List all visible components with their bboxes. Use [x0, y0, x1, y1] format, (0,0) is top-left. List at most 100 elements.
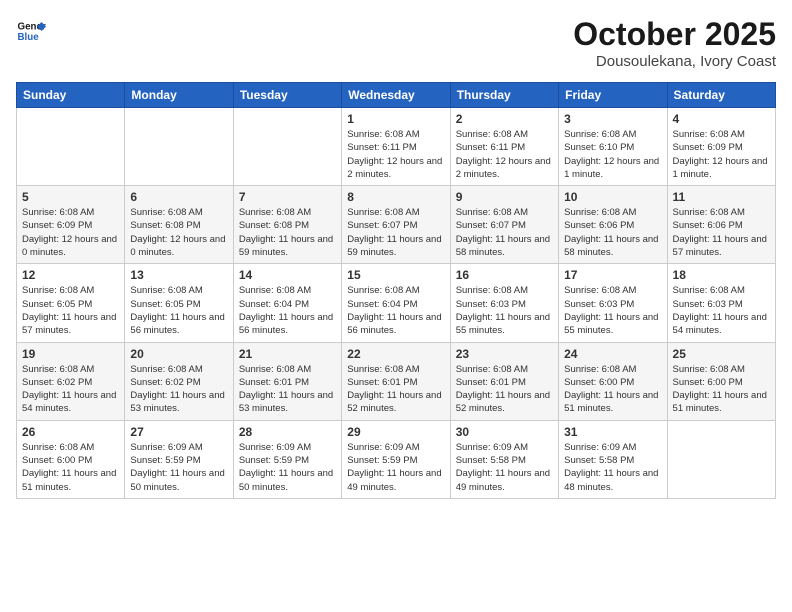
svg-text:Blue: Blue — [18, 32, 40, 43]
day-info: Sunrise: 6:08 AMSunset: 6:09 PMDaylight:… — [673, 128, 770, 181]
day-number: 16 — [456, 268, 553, 282]
calendar-cell: 11 Sunrise: 6:08 AMSunset: 6:06 PMDayligh… — [667, 186, 775, 264]
day-info: Sunrise: 6:08 AMSunset: 6:02 PMDaylight:… — [22, 363, 119, 416]
day-number: 10 — [564, 190, 661, 204]
calendar-cell: 16 Sunrise: 6:08 AMSunset: 6:03 PMDayligh… — [450, 264, 558, 342]
calendar-cell: 17 Sunrise: 6:08 AMSunset: 6:03 PMDayligh… — [559, 264, 667, 342]
day-info: Sunrise: 6:08 AMSunset: 6:04 PMDaylight:… — [239, 284, 336, 337]
day-number: 13 — [130, 268, 227, 282]
day-info: Sunrise: 6:09 AMSunset: 5:59 PMDaylight:… — [239, 441, 336, 494]
calendar-cell — [125, 108, 233, 186]
calendar-cell: 13 Sunrise: 6:08 AMSunset: 6:05 PMDayligh… — [125, 264, 233, 342]
day-number: 14 — [239, 268, 336, 282]
day-info: Sunrise: 6:08 AMSunset: 6:03 PMDaylight:… — [564, 284, 661, 337]
calendar-cell: 31 Sunrise: 6:09 AMSunset: 5:58 PMDayligh… — [559, 420, 667, 498]
day-info: Sunrise: 6:08 AMSunset: 6:08 PMDaylight:… — [239, 206, 336, 259]
calendar-day-header: Friday — [559, 83, 667, 108]
title-block: October 2025 Dousoulekana, Ivory Coast — [573, 16, 776, 70]
day-info: Sunrise: 6:09 AMSunset: 5:58 PMDaylight:… — [456, 441, 553, 494]
day-number: 3 — [564, 112, 661, 126]
day-info: Sunrise: 6:08 AMSunset: 6:02 PMDaylight:… — [130, 363, 227, 416]
day-number: 1 — [347, 112, 444, 126]
calendar-cell: 8 Sunrise: 6:08 AMSunset: 6:07 PMDaylight… — [342, 186, 450, 264]
calendar-day-header: Wednesday — [342, 83, 450, 108]
day-info: Sunrise: 6:08 AMSunset: 6:06 PMDaylight:… — [673, 206, 770, 259]
day-number: 24 — [564, 347, 661, 361]
day-info: Sunrise: 6:08 AMSunset: 6:11 PMDaylight:… — [347, 128, 444, 181]
day-number: 23 — [456, 347, 553, 361]
day-number: 17 — [564, 268, 661, 282]
calendar-cell: 24 Sunrise: 6:08 AMSunset: 6:00 PMDayligh… — [559, 342, 667, 420]
day-number: 28 — [239, 425, 336, 439]
calendar-day-header: Saturday — [667, 83, 775, 108]
calendar-cell: 10 Sunrise: 6:08 AMSunset: 6:06 PMDayligh… — [559, 186, 667, 264]
calendar-cell — [233, 108, 341, 186]
day-info: Sunrise: 6:08 AMSunset: 6:01 PMDaylight:… — [456, 363, 553, 416]
page-header: General Blue October 2025 Dousoulekana, … — [16, 16, 776, 70]
day-info: Sunrise: 6:08 AMSunset: 6:09 PMDaylight:… — [22, 206, 119, 259]
day-info: Sunrise: 6:08 AMSunset: 6:07 PMDaylight:… — [456, 206, 553, 259]
calendar-week-row: 19Sunrise: 6:08 AMSunset: 6:02 PMDayligh… — [17, 342, 776, 420]
calendar-cell: 15 Sunrise: 6:08 AMSunset: 6:04 PMDayligh… — [342, 264, 450, 342]
day-info: Sunrise: 6:08 AMSunset: 6:06 PMDaylight:… — [564, 206, 661, 259]
day-number: 2 — [456, 112, 553, 126]
calendar-day-header: Monday — [125, 83, 233, 108]
calendar-cell: 20Sunrise: 6:08 AMSunset: 6:02 PMDayligh… — [125, 342, 233, 420]
calendar-cell: 27Sunrise: 6:09 AMSunset: 5:59 PMDayligh… — [125, 420, 233, 498]
day-number: 26 — [22, 425, 119, 439]
day-info: Sunrise: 6:08 AMSunset: 6:00 PMDaylight:… — [673, 363, 770, 416]
day-info: Sunrise: 6:09 AMSunset: 5:58 PMDaylight:… — [564, 441, 661, 494]
calendar-week-row: 1 Sunrise: 6:08 AMSunset: 6:11 PMDaylight… — [17, 108, 776, 186]
calendar-cell: 12Sunrise: 6:08 AMSunset: 6:05 PMDayligh… — [17, 264, 125, 342]
day-info: Sunrise: 6:08 AMSunset: 6:05 PMDaylight:… — [22, 284, 119, 337]
calendar-cell: 6 Sunrise: 6:08 AMSunset: 6:08 PMDaylight… — [125, 186, 233, 264]
calendar-cell: 4 Sunrise: 6:08 AMSunset: 6:09 PMDaylight… — [667, 108, 775, 186]
calendar-cell: 9 Sunrise: 6:08 AMSunset: 6:07 PMDaylight… — [450, 186, 558, 264]
day-number: 27 — [130, 425, 227, 439]
logo-icon: General Blue — [16, 16, 46, 46]
day-info: Sunrise: 6:08 AMSunset: 6:01 PMDaylight:… — [239, 363, 336, 416]
location: Dousoulekana, Ivory Coast — [573, 53, 776, 70]
calendar-cell: 29Sunrise: 6:09 AMSunset: 5:59 PMDayligh… — [342, 420, 450, 498]
day-number: 25 — [673, 347, 770, 361]
calendar-cell: 7 Sunrise: 6:08 AMSunset: 6:08 PMDaylight… — [233, 186, 341, 264]
calendar-cell: 1 Sunrise: 6:08 AMSunset: 6:11 PMDaylight… — [342, 108, 450, 186]
day-info: Sunrise: 6:08 AMSunset: 6:08 PMDaylight:… — [130, 206, 227, 259]
calendar-cell: 25 Sunrise: 6:08 AMSunset: 6:00 PMDayligh… — [667, 342, 775, 420]
calendar-cell: 30Sunrise: 6:09 AMSunset: 5:58 PMDayligh… — [450, 420, 558, 498]
calendar-cell: 26 Sunrise: 6:08 AMSunset: 6:00 PMDayligh… — [17, 420, 125, 498]
day-number: 4 — [673, 112, 770, 126]
day-number: 18 — [673, 268, 770, 282]
month-title: October 2025 — [573, 16, 776, 53]
calendar-header-row: SundayMondayTuesdayWednesdayThursdayFrid… — [17, 83, 776, 108]
calendar-cell — [667, 420, 775, 498]
calendar-cell: 18 Sunrise: 6:08 AMSunset: 6:03 PMDayligh… — [667, 264, 775, 342]
day-info: Sunrise: 6:08 AMSunset: 6:04 PMDaylight:… — [347, 284, 444, 337]
calendar-cell: 14 Sunrise: 6:08 AMSunset: 6:04 PMDayligh… — [233, 264, 341, 342]
calendar-cell: 23 Sunrise: 6:08 AMSunset: 6:01 PMDayligh… — [450, 342, 558, 420]
logo: General Blue — [16, 16, 46, 46]
calendar-day-header: Sunday — [17, 83, 125, 108]
calendar-cell: 21Sunrise: 6:08 AMSunset: 6:01 PMDayligh… — [233, 342, 341, 420]
calendar-cell: 28 Sunrise: 6:09 AMSunset: 5:59 PMDayligh… — [233, 420, 341, 498]
day-number: 8 — [347, 190, 444, 204]
day-info: Sunrise: 6:08 AMSunset: 6:03 PMDaylight:… — [456, 284, 553, 337]
day-number: 6 — [130, 190, 227, 204]
day-number: 7 — [239, 190, 336, 204]
calendar-cell: 3 Sunrise: 6:08 AMSunset: 6:10 PMDaylight… — [559, 108, 667, 186]
calendar-cell: 2Sunrise: 6:08 AMSunset: 6:11 PMDaylight… — [450, 108, 558, 186]
day-info: Sunrise: 6:08 AMSunset: 6:01 PMDaylight:… — [347, 363, 444, 416]
day-number: 22 — [347, 347, 444, 361]
day-info: Sunrise: 6:08 AMSunset: 6:05 PMDaylight:… — [130, 284, 227, 337]
day-number: 15 — [347, 268, 444, 282]
day-info: Sunrise: 6:08 AMSunset: 6:07 PMDaylight:… — [347, 206, 444, 259]
day-info: Sunrise: 6:08 AMSunset: 6:03 PMDaylight:… — [673, 284, 770, 337]
day-info: Sunrise: 6:08 AMSunset: 6:10 PMDaylight:… — [564, 128, 661, 181]
day-info: Sunrise: 6:08 AMSunset: 6:00 PMDaylight:… — [564, 363, 661, 416]
day-number: 11 — [673, 190, 770, 204]
calendar-cell: 22 Sunrise: 6:08 AMSunset: 6:01 PMDayligh… — [342, 342, 450, 420]
calendar-table: SundayMondayTuesdayWednesdayThursdayFrid… — [16, 82, 776, 499]
day-number: 31 — [564, 425, 661, 439]
day-number: 9 — [456, 190, 553, 204]
day-info: Sunrise: 6:08 AMSunset: 6:00 PMDaylight:… — [22, 441, 119, 494]
